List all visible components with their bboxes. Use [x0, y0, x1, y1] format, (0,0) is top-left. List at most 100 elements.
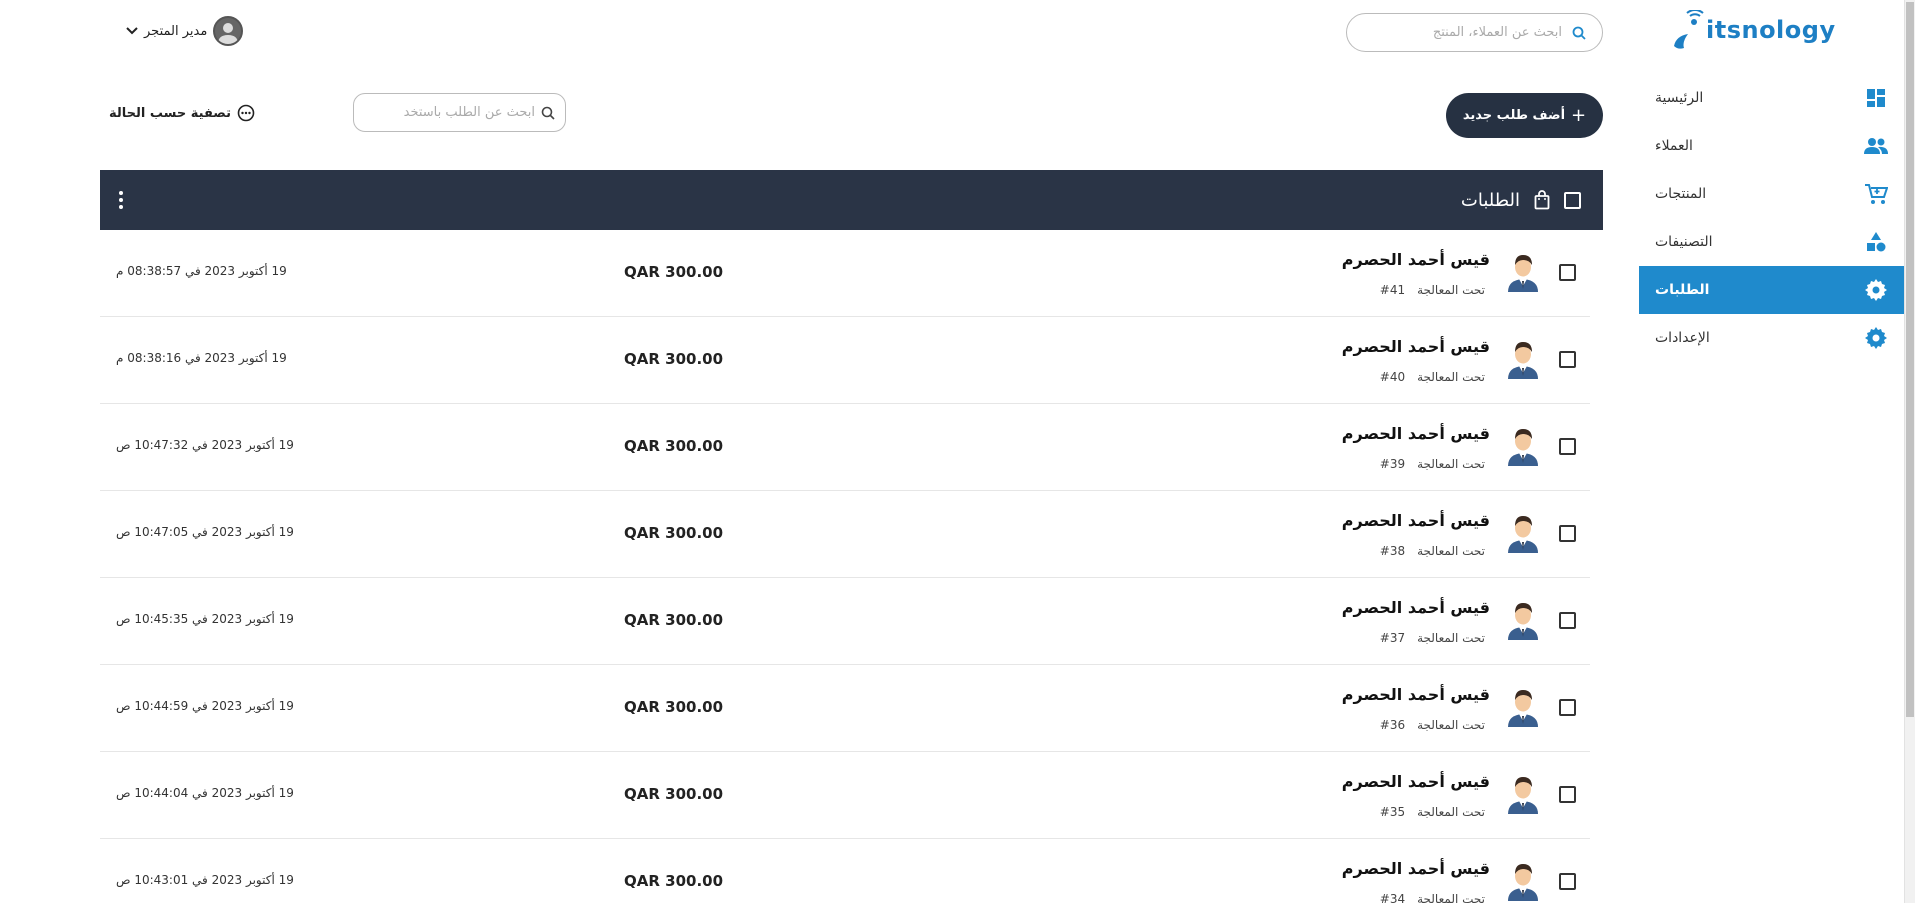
more-options-icon[interactable]	[115, 187, 127, 213]
row-checkbox[interactable]	[1559, 786, 1576, 803]
brand-name: itsnology	[1706, 16, 1836, 44]
sidebar-item-products[interactable]: المنتجات	[1639, 170, 1904, 218]
customer-avatar	[1506, 600, 1540, 640]
sidebar-item-customers[interactable]: العملاء	[1639, 122, 1904, 170]
order-number: #36	[1379, 718, 1406, 732]
order-number: #38	[1379, 544, 1406, 558]
scrollbar-thumb[interactable]	[1906, 2, 1914, 717]
customer-avatar	[1506, 339, 1540, 379]
add-order-label: أضف طلب جديد	[1462, 108, 1566, 123]
search-icon[interactable]	[1572, 26, 1586, 40]
sidebar-item-label: العملاء	[1655, 138, 1693, 154]
status-filter-label: تصفية حسب الحالة	[109, 105, 232, 121]
status-filter-button[interactable]: تصفية حسب الحالة	[109, 104, 255, 122]
customer-name: قيس أحمد الحصرم	[1341, 337, 1490, 356]
sidebar-item-label: المنتجات	[1655, 186, 1707, 202]
orders-list: قيس أحمد الحصرم تحت المعالجة #41 QAR 300.…	[100, 230, 1590, 903]
user-name: مدير المتجر	[144, 23, 208, 39]
logo-mark-icon	[1674, 10, 1704, 49]
brand-logo[interactable]: itsnology	[1670, 10, 1842, 54]
customer-avatar	[1506, 687, 1540, 727]
order-amount: QAR 300.00	[624, 611, 724, 629]
app-root: itsnology الرئيسية العملاء المنتجات التص…	[0, 0, 1915, 903]
order-date: 19 أكتوبر 2023 في 10:47:32 ص	[116, 438, 294, 452]
order-status: تحت المعالجة	[1417, 631, 1485, 645]
sidebar-item-orders[interactable]: الطلبات	[1639, 266, 1904, 314]
order-status: تحت المعالجة	[1417, 892, 1485, 903]
row-checkbox[interactable]	[1559, 525, 1576, 542]
order-search-input[interactable]	[364, 105, 535, 120]
user-menu[interactable]: مدير المتجر	[126, 15, 244, 47]
order-date: 19 أكتوبر 2023 في 10:43:01 ص	[116, 873, 294, 887]
row-checkbox[interactable]	[1559, 438, 1576, 455]
dashboard-icon	[1864, 86, 1888, 110]
order-amount: QAR 300.00	[624, 698, 724, 716]
search-icon[interactable]	[541, 106, 555, 120]
order-date: 19 أكتوبر 2023 في 10:45:35 ص	[116, 612, 294, 626]
order-status: تحت المعالجة	[1417, 544, 1485, 558]
customer-avatar	[1506, 252, 1540, 292]
sidebar: itsnology الرئيسية العملاء المنتجات التص…	[1639, 0, 1904, 903]
sidebar-item-categories[interactable]: التصنيفات	[1639, 218, 1904, 266]
order-meta: تحت المعالجة #36	[1380, 718, 1485, 732]
order-status: تحت المعالجة	[1417, 457, 1485, 471]
add-order-button[interactable]: + أضف طلب جديد	[1446, 93, 1603, 138]
global-search-input[interactable]	[1363, 25, 1562, 40]
list-item[interactable]: قيس أحمد الحصرم تحت المعالجة #39 QAR 300.…	[100, 404, 1590, 491]
cart-icon	[1864, 182, 1888, 206]
order-meta: تحت المعالجة #41	[1380, 283, 1485, 297]
more-circle-icon	[237, 104, 255, 122]
order-number: #40	[1379, 370, 1406, 384]
list-item[interactable]: قيس أحمد الحصرم تحت المعالجة #35 QAR 300.…	[100, 752, 1590, 839]
customer-name: قيس أحمد الحصرم	[1341, 685, 1490, 704]
order-number: #34	[1379, 892, 1406, 903]
order-amount: QAR 300.00	[624, 437, 724, 455]
global-search[interactable]	[1346, 13, 1603, 52]
customer-name: قيس أحمد الحصرم	[1341, 511, 1490, 530]
order-amount: QAR 300.00	[624, 524, 724, 542]
customer-name: قيس أحمد الحصرم	[1341, 598, 1490, 617]
order-number: #37	[1379, 631, 1406, 645]
order-amount: QAR 300.00	[624, 263, 724, 281]
sidebar-item-label: الإعدادات	[1655, 330, 1710, 346]
page-scrollbar[interactable]	[1904, 0, 1915, 903]
list-item[interactable]: قيس أحمد الحصرم تحت المعالجة #41 QAR 300.…	[100, 230, 1590, 317]
orders-panel-header: الطلبات	[100, 170, 1603, 230]
shapes-icon	[1864, 230, 1888, 254]
row-checkbox[interactable]	[1559, 699, 1576, 716]
customer-avatar	[1506, 774, 1540, 814]
select-all-checkbox[interactable]	[1564, 191, 1581, 209]
sidebar-nav: الرئيسية العملاء المنتجات التصنيفات الطل…	[1639, 74, 1904, 362]
list-item[interactable]: قيس أحمد الحصرم تحت المعالجة #38 QAR 300.…	[100, 491, 1590, 578]
sidebar-item-home[interactable]: الرئيسية	[1639, 74, 1904, 122]
order-amount: QAR 300.00	[624, 785, 724, 803]
sidebar-item-settings[interactable]: الإعدادات	[1639, 314, 1904, 362]
order-date: 19 أكتوبر 2023 في 10:44:59 ص	[116, 699, 294, 713]
list-item[interactable]: قيس أحمد الحصرم تحت المعالجة #40 QAR 300.…	[100, 317, 1590, 404]
customer-avatar	[1506, 861, 1540, 901]
list-item[interactable]: قيس أحمد الحصرم تحت المعالجة #37 QAR 300.…	[100, 578, 1590, 665]
order-search[interactable]	[353, 93, 566, 132]
orders-panel: الطلبات قيس أحمد الحصرم تحت المعالجة #41 …	[100, 170, 1603, 903]
customer-name: قيس أحمد الحصرم	[1341, 250, 1490, 269]
sidebar-item-label: الطلبات	[1655, 282, 1710, 298]
order-amount: QAR 300.00	[624, 872, 724, 890]
row-checkbox[interactable]	[1559, 351, 1576, 368]
order-amount: QAR 300.00	[624, 350, 724, 368]
order-date: 19 أكتوبر 2023 في 10:44:04 ص	[116, 786, 294, 800]
order-number: #35	[1379, 805, 1406, 819]
order-date: 19 أكتوبر 2023 في 08:38:16 م	[116, 351, 287, 365]
orders-header-title-group: الطلبات	[1461, 190, 1581, 211]
list-item[interactable]: قيس أحمد الحصرم تحت المعالجة #36 QAR 300.…	[100, 665, 1590, 752]
list-item[interactable]: قيس أحمد الحصرم تحت المعالجة #34 QAR 300.…	[100, 839, 1590, 903]
order-date: 19 أكتوبر 2023 في 08:38:57 م	[116, 264, 287, 278]
order-status: تحت المعالجة	[1417, 283, 1485, 297]
order-date: 19 أكتوبر 2023 في 10:47:05 ص	[116, 525, 294, 539]
avatar	[213, 16, 244, 46]
order-meta: تحت المعالجة #38	[1380, 544, 1485, 558]
row-checkbox[interactable]	[1559, 612, 1576, 629]
order-status: تحت المعالجة	[1417, 370, 1485, 384]
row-checkbox[interactable]	[1559, 873, 1576, 890]
row-checkbox[interactable]	[1559, 264, 1576, 281]
shopping-bag-icon	[1534, 190, 1550, 210]
